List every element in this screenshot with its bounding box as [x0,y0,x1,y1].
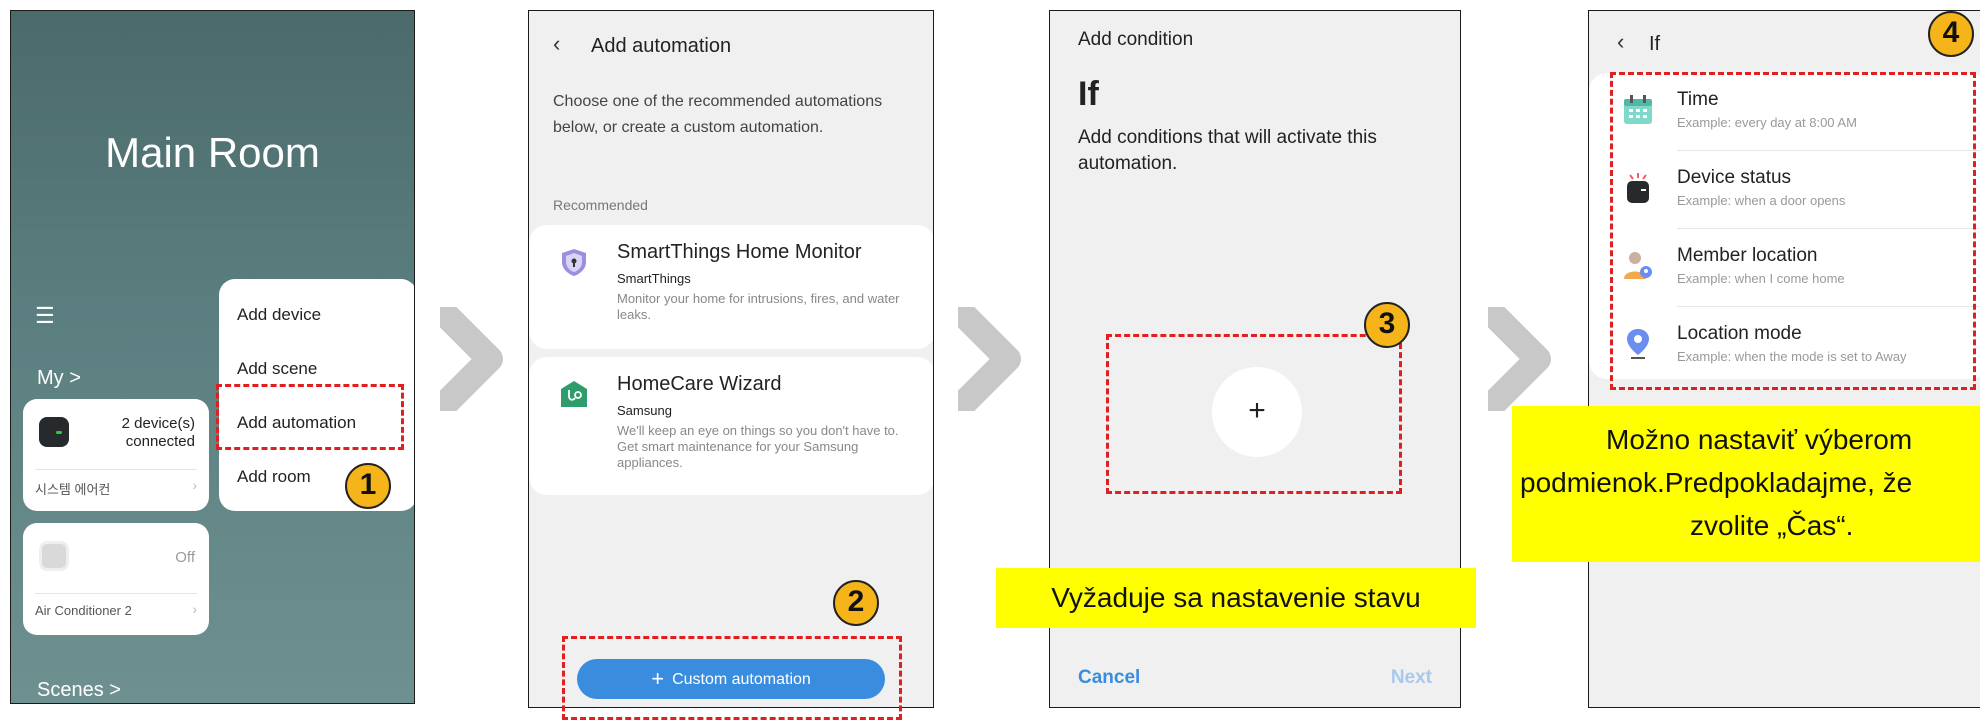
scenes-section-link[interactable]: Scenes > [37,679,121,702]
menu-item-add-room[interactable]: Add room [237,467,311,487]
card-divider [35,469,197,470]
chevron-left-icon[interactable]: ‹ [1617,29,1624,55]
highlight-condition-list [1610,72,1976,390]
card-divider [35,593,197,594]
main-room-screen: Main Room ☰ My > 2 device(s) connected 시… [10,10,415,704]
recommendation-publisher: Samsung [617,403,672,418]
menu-item-add-device[interactable]: Add device [237,305,321,325]
chevron-right-arrow-icon [958,307,1021,411]
chevron-right-arrow-icon [1488,307,1551,411]
recommendation-description: We'll keep an eye on things so you don't… [617,423,899,470]
page-title: If [1649,33,1661,55]
page-title: Add automation [591,35,732,57]
page-title: Add condition [1078,29,1194,50]
recommendation-title: HomeCare Wizard [617,373,782,395]
cancel-button[interactable]: Cancel [1078,667,1140,689]
step-badge: 3 [1364,302,1410,348]
intro-text: Choose one of the recommended automation… [553,93,883,136]
next-button[interactable]: Next [1391,667,1432,689]
recommendation-card[interactable]: HomeCare Wizard Samsung We'll keep an ey… [529,357,933,495]
condition-subtitle: Add conditions that will activate this a… [1078,127,1377,174]
air-conditioner-icon [39,417,69,447]
tutorial-stage: Main Room ☰ My > 2 device(s) connected 시… [0,0,1980,720]
room-title: Main Room [105,129,320,176]
device-status: 2 device(s) connected [121,415,195,450]
device-status: Off [175,549,195,566]
my-section-link[interactable]: My > [37,367,81,390]
highlight-add-condition [1106,334,1402,494]
recommendation-card[interactable]: SmartThings Home Monitor SmartThings Mon… [529,225,933,349]
condition-heading: If [1078,75,1099,113]
chevron-right-icon: › [192,601,197,617]
device-name: 시스템 에어컨 [35,482,111,497]
step-badge: 2 [833,580,879,626]
recommendation-publisher: SmartThings [617,271,691,286]
note-select-condition: Možno nastaviť výberom podmienok.Predpok… [1512,406,1980,562]
device-name: Air Conditioner 2 [35,603,132,618]
hamburger-menu-icon[interactable]: ☰ [35,303,55,329]
step-badge: 4 [1928,11,1974,57]
recommended-label: Recommended [553,197,648,213]
air-conditioner-icon [39,541,69,571]
chevron-left-icon[interactable]: ‹ [553,31,560,57]
device-card[interactable]: Off Air Conditioner 2 › [23,523,209,635]
recommendation-title: SmartThings Home Monitor [617,241,862,263]
device-card[interactable]: 2 device(s) connected 시스템 에어컨 › [23,399,209,511]
shield-icon [562,249,586,276]
highlight-add-automation [216,384,404,450]
highlight-custom-automation [562,636,902,720]
stethoscope-house-icon [561,381,587,407]
step-badge: 1 [345,463,391,509]
note-condition: Vyžaduje sa nastavenie stavu [996,568,1476,628]
chevron-right-icon: › [192,477,197,493]
menu-item-add-scene[interactable]: Add scene [237,359,317,379]
chevron-right-arrow-icon [440,307,503,411]
recommendation-description: Monitor your home for intrusions, fires,… [617,291,900,322]
